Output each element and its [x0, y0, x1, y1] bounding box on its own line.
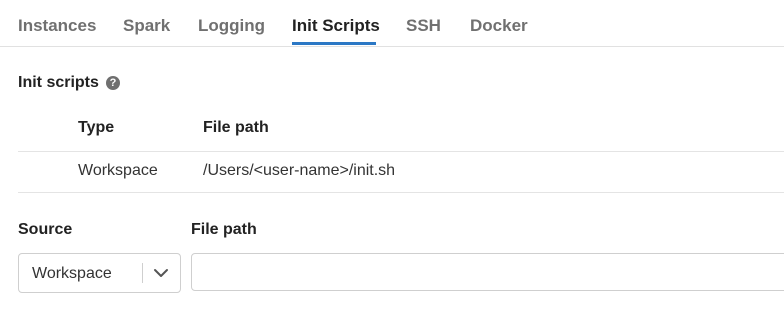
row-divider	[18, 192, 784, 193]
select-separator	[142, 263, 143, 283]
tab-docker[interactable]: Docker	[470, 16, 528, 36]
tab-logging[interactable]: Logging	[198, 16, 265, 36]
help-icon[interactable]: ?	[106, 76, 120, 90]
cell-type: Workspace	[78, 162, 158, 179]
source-select[interactable]: Workspace	[18, 253, 181, 293]
source-label: Source	[18, 221, 73, 238]
column-header-file-path: File path	[203, 119, 269, 136]
tab-bar: Instances Spark Logging Init Scripts SSH…	[0, 0, 784, 47]
tab-ssh[interactable]: SSH	[406, 16, 441, 36]
chevron-down-icon	[154, 269, 168, 277]
tab-init-scripts[interactable]: Init Scripts	[292, 16, 380, 36]
tab-instances[interactable]: Instances	[18, 16, 96, 36]
source-select-value: Workspace	[32, 265, 112, 282]
file-path-input[interactable]	[191, 253, 784, 291]
column-header-type: Type	[78, 119, 115, 136]
header-divider	[18, 151, 784, 152]
tab-spark[interactable]: Spark	[123, 16, 170, 36]
cell-file-path: /Users/<user-name>/init.sh	[203, 162, 396, 179]
active-tab-indicator	[292, 42, 376, 45]
file-path-label: File path	[191, 221, 257, 238]
section-title: Init scripts	[18, 74, 99, 91]
